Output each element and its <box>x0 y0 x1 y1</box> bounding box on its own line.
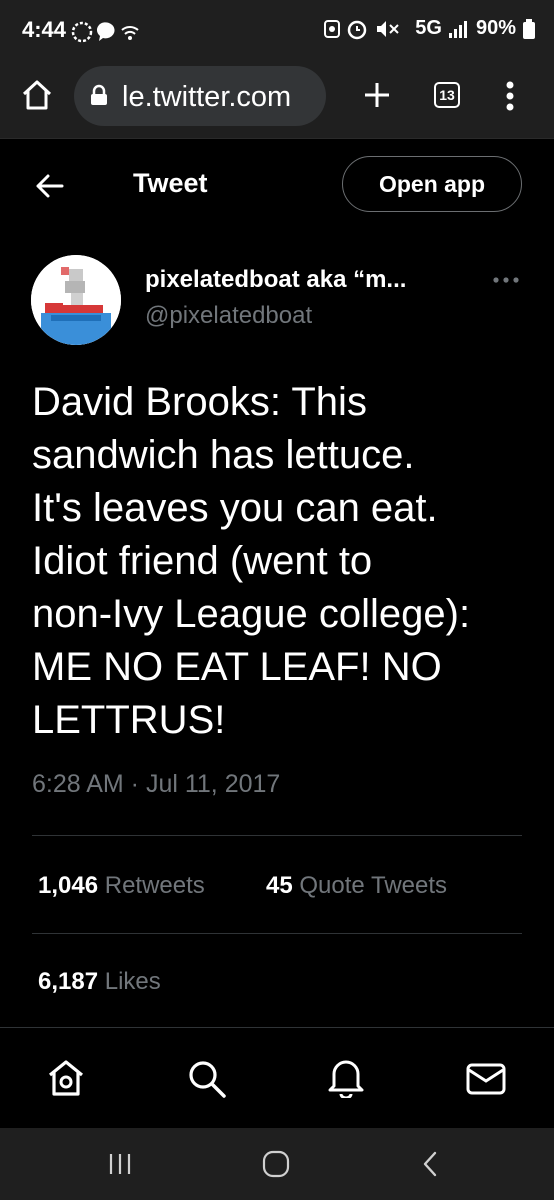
author-display-name[interactable]: pixelatedboat aka “m... <box>145 266 406 294</box>
signal-icon <box>448 20 467 38</box>
android-home-icon[interactable] <box>262 1150 290 1178</box>
messages-icon[interactable] <box>465 1062 507 1096</box>
lock-icon[interactable] <box>90 84 108 106</box>
tweet-timestamp[interactable]: 6:28 AM · Jul 11, 2017 <box>32 770 280 799</box>
divider <box>32 933 522 934</box>
home-icon[interactable] <box>20 78 54 112</box>
battery-percent: 90% <box>475 17 516 39</box>
more-options-icon[interactable] <box>492 276 520 284</box>
tweet-text: David Brooks: This sandwich has lettuce.… <box>32 380 471 742</box>
search-icon[interactable] <box>186 1058 228 1098</box>
android-back-icon[interactable] <box>420 1150 440 1178</box>
divider <box>32 835 522 836</box>
retweets-label: Retweets <box>104 872 205 899</box>
status-system-icons <box>324 19 399 39</box>
likes-count: 6,187 <box>38 968 99 995</box>
recent-apps-icon[interactable] <box>108 1152 132 1176</box>
browser-toolbar: le.twitter.com 13 <box>0 60 554 139</box>
retweets-count: 1,046 <box>38 872 99 899</box>
status-right: 5G 90% <box>323 17 536 40</box>
tab-count: 13 <box>439 87 455 103</box>
battery-icon <box>523 18 535 39</box>
address-bar[interactable]: le.twitter.com <box>74 66 326 126</box>
home-icon[interactable] <box>46 1058 86 1098</box>
url-text: le.twitter.com <box>122 81 292 113</box>
status-bar: 4:44 5G 90% <box>0 0 554 60</box>
tab-switcher-button[interactable]: 13 <box>434 82 460 108</box>
likes-stat[interactable]: 6,187 Likes <box>38 968 161 996</box>
page-title: Tweet <box>133 168 208 198</box>
quotes-count: 45 <box>266 872 293 899</box>
quotes-label: Quote Tweets <box>299 872 448 899</box>
notifications-icon[interactable] <box>326 1056 366 1098</box>
android-navigation-bar <box>0 1128 554 1200</box>
status-notification-icons <box>71 21 139 43</box>
avatar-image <box>31 255 121 345</box>
back-arrow-icon[interactable] <box>34 172 66 200</box>
browser-menu-icon[interactable] <box>504 80 516 112</box>
quote-tweets-stat[interactable]: 45 Quote Tweets <box>266 872 447 900</box>
open-app-button[interactable]: Open app <box>342 156 522 212</box>
avatar[interactable] <box>31 255 121 345</box>
likes-label: Likes <box>104 968 161 995</box>
nav-divider <box>0 1027 554 1028</box>
network-type: 5G <box>415 17 442 39</box>
status-time: 4:44 <box>22 17 67 42</box>
retweets-stat[interactable]: 1,046 Retweets <box>38 872 205 900</box>
author-handle[interactable]: @pixelatedboat <box>145 302 312 330</box>
new-tab-icon[interactable] <box>362 80 392 110</box>
